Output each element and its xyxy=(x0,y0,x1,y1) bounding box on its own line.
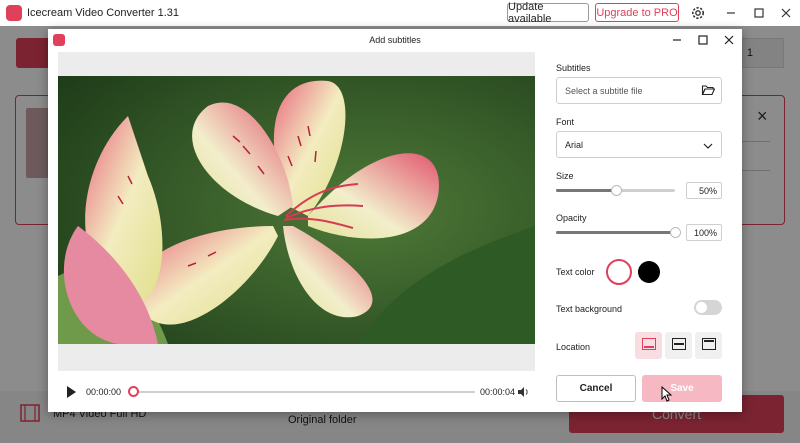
dialog-titlebar: Add subtitles xyxy=(48,29,742,51)
text-background-label: Text background xyxy=(556,304,623,314)
subtitle-file-input[interactable] xyxy=(565,78,695,103)
settings-gear-icon[interactable] xyxy=(689,4,707,22)
app-logo-icon xyxy=(6,5,22,21)
update-available-button[interactable]: Update available xyxy=(507,1,589,25)
end-time: 00:00:04 xyxy=(480,387,516,397)
cancel-button[interactable]: Cancel xyxy=(556,375,636,402)
seek-bar[interactable] xyxy=(133,391,475,393)
save-button[interactable]: Save xyxy=(642,375,722,402)
opacity-slider[interactable] xyxy=(556,227,681,238)
location-top-icon xyxy=(701,338,716,353)
text-color-black-swatch[interactable] xyxy=(638,261,660,283)
video-player-controls: 00:00:00 00:00:04 xyxy=(58,381,535,405)
location-middle-button[interactable] xyxy=(665,332,692,359)
location-bottom-button[interactable] xyxy=(635,332,662,359)
text-background-toggle[interactable] xyxy=(694,300,722,315)
size-slider[interactable] xyxy=(556,185,675,196)
maximize-icon[interactable] xyxy=(750,4,768,22)
opacity-slider-fill xyxy=(556,231,675,234)
font-label: Font xyxy=(556,117,575,127)
text-color-label: Text color xyxy=(556,267,595,277)
close-icon[interactable] xyxy=(777,4,795,22)
location-bottom-icon xyxy=(641,338,656,353)
opacity-label: Opacity xyxy=(556,213,587,223)
size-slider-handle[interactable] xyxy=(610,185,622,196)
maximize-icon[interactable] xyxy=(696,33,710,47)
size-value[interactable]: 50% xyxy=(686,182,722,199)
toggle-knob xyxy=(696,302,707,313)
chevron-down-icon xyxy=(703,140,713,150)
video-preview-image xyxy=(58,76,535,344)
subtitles-label: Subtitles xyxy=(556,63,591,73)
font-select[interactable]: Arial xyxy=(556,131,722,158)
opacity-slider-handle[interactable] xyxy=(670,227,681,238)
size-label: Size xyxy=(556,171,574,181)
location-middle-icon xyxy=(671,338,686,353)
volume-icon[interactable] xyxy=(517,386,529,398)
play-icon[interactable] xyxy=(64,385,78,399)
add-subtitles-dialog: Add subtitles 00:00:00 00:00:04 Subtitle… xyxy=(48,29,742,412)
location-label: Location xyxy=(556,342,591,352)
dialog-title: Add subtitles xyxy=(369,35,421,45)
opacity-value[interactable]: 100% xyxy=(686,224,722,241)
close-icon[interactable] xyxy=(722,33,736,47)
current-time: 00:00:00 xyxy=(86,387,122,397)
subtitle-file-field xyxy=(556,77,722,104)
size-slider-fill xyxy=(556,189,616,192)
folder-open-icon[interactable] xyxy=(701,84,716,96)
minimize-icon[interactable] xyxy=(670,33,684,47)
location-top-button[interactable] xyxy=(695,332,722,359)
minimize-icon[interactable] xyxy=(722,4,740,22)
upgrade-to-pro-button[interactable]: Upgrade to PRO xyxy=(595,3,679,22)
app-titlebar: Icecream Video Converter 1.31 Update ava… xyxy=(0,0,800,26)
app-title: Icecream Video Converter 1.31 xyxy=(27,7,180,19)
mouse-cursor-icon xyxy=(661,385,673,402)
seek-handle[interactable] xyxy=(128,386,139,397)
font-value: Arial xyxy=(565,140,584,150)
text-color-white-swatch[interactable] xyxy=(606,259,632,285)
